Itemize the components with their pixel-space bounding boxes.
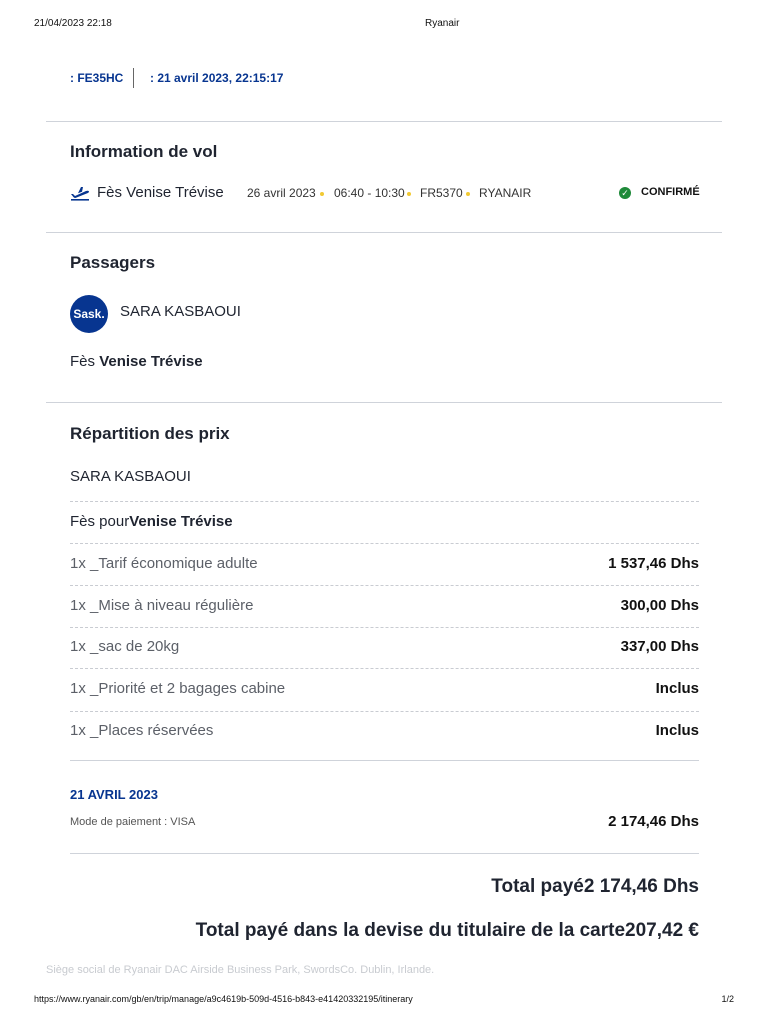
- dashed-divider: [70, 543, 699, 544]
- flight-carrier: RYANAIR: [479, 186, 532, 200]
- price-item-label: 1x _Mise à niveau régulière: [70, 597, 254, 614]
- divider: [46, 121, 722, 122]
- flight-number: FR5370: [420, 186, 463, 200]
- passengers-heading: Passagers: [70, 253, 156, 272]
- payment-date: 21 AVRIL 2023: [70, 787, 158, 802]
- price-item-value: 1 537,46 Dhs: [608, 555, 699, 572]
- passenger-route-from: Fès: [70, 353, 100, 370]
- pricing-journey-from: Fès pour: [70, 513, 130, 530]
- divider: [133, 68, 134, 88]
- price-item-label: 1x _Priorité et 2 bagages cabine: [70, 680, 286, 697]
- dashed-divider: [70, 585, 699, 586]
- total-paid: Total payé2 174,46 Dhs: [491, 876, 699, 897]
- divider: [46, 232, 722, 233]
- payment-amount: 2 174,46 Dhs: [608, 813, 699, 830]
- divider: [46, 402, 722, 403]
- flight-date: 26 avril 2023: [247, 186, 316, 200]
- booking-date: : 21 avril 2023, 22:15:17: [150, 71, 284, 85]
- page-number: 1/2: [721, 994, 734, 1004]
- dashed-divider: [70, 627, 699, 628]
- page-url[interactable]: https://www.ryanair.com/gb/en/trip/manag…: [34, 994, 413, 1004]
- price-item-value: 337,00 Dhs: [620, 638, 699, 655]
- price-item-label: 1x _Tarif économique adulte: [70, 555, 258, 572]
- price-item-label: 1x _sac de 20kg: [70, 638, 180, 655]
- passenger-route: Fès Venise Trévise: [70, 353, 203, 370]
- pricing-heading: Répartition des prix: [70, 424, 230, 443]
- print-title: Ryanair: [425, 18, 460, 29]
- price-item-value: Inclus: [655, 722, 699, 739]
- status-badge: CONFIRMÉ: [641, 186, 700, 198]
- separator-dot: [320, 192, 324, 196]
- divider: [70, 760, 699, 761]
- dashed-divider: [70, 668, 699, 669]
- check-circle-icon: ✓: [619, 187, 631, 199]
- pricing-passenger: SARA KASBAOUI: [70, 468, 191, 485]
- passenger-route-to: Venise Trévise: [99, 353, 203, 370]
- avatar: Sask.: [70, 295, 108, 333]
- total-paid-card-currency: Total payé dans la devise du titulaire d…: [195, 920, 699, 941]
- print-datetime: 21/04/2023 22:18: [34, 18, 112, 29]
- price-item-value: Inclus: [655, 680, 699, 697]
- flight-info-heading: Information de vol: [70, 142, 218, 161]
- price-item-value: 300,00 Dhs: [620, 597, 699, 614]
- flight-times: 06:40 - 10:30: [334, 186, 405, 200]
- dashed-divider: [70, 711, 699, 712]
- divider: [70, 853, 699, 854]
- plane-takeoff-icon: [71, 187, 90, 201]
- passenger-name: SARA KASBAOUI: [120, 303, 241, 320]
- separator-dot: [466, 192, 470, 196]
- separator-dot: [407, 192, 411, 196]
- price-item-label: 1x _Places réservées: [70, 722, 214, 739]
- pricing-journey-to: Venise Trévise: [129, 513, 233, 530]
- dashed-divider: [70, 501, 699, 502]
- pricing-journey: Fès pourVenise Trévise: [70, 513, 233, 530]
- registered-office: Siège social de Ryanair DAC Airside Busi…: [46, 964, 435, 976]
- payment-method: Mode de paiement : VISA: [70, 816, 196, 828]
- booking-reference: : FE35HC: [70, 71, 124, 85]
- flight-route: Fès Venise Trévise: [97, 184, 224, 201]
